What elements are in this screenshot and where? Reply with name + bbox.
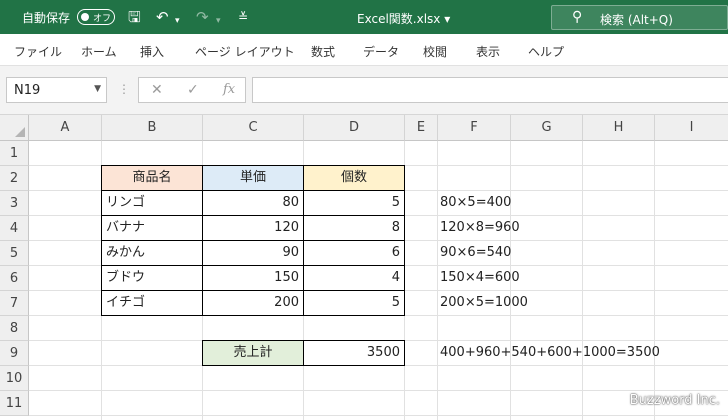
search-text: 検索 (Alt+Q) — [600, 13, 673, 27]
cell-price[interactable]: 150 — [202, 265, 304, 291]
column-header-c[interactable]: C — [203, 115, 304, 141]
tab-home[interactable]: ホーム — [81, 43, 117, 60]
tab-view[interactable]: 表示 — [476, 43, 500, 60]
column-header-h[interactable]: H — [583, 115, 655, 141]
total-value-cell[interactable]: 3500 — [303, 340, 405, 366]
search-icon: ⚲ — [572, 9, 583, 25]
more-icon: ⋮ — [118, 82, 130, 96]
enter-icon[interactable]: ✓ — [187, 82, 199, 98]
column-header-f[interactable]: F — [438, 115, 511, 141]
total-label-cell[interactable]: 売上計 — [202, 340, 304, 366]
autosave-toggle[interactable]: オフ — [77, 9, 115, 25]
ribbon-tabs: ファイル ホーム 挿入 ページ レイアウト 数式 データ 校閲 表示 ヘルプ — [0, 34, 728, 66]
cell-price[interactable]: 90 — [202, 240, 304, 266]
row-header-10[interactable]: 10 — [0, 366, 29, 391]
cell-product[interactable]: みかん — [101, 240, 203, 266]
calc-note[interactable]: 90×6=540 — [440, 241, 511, 266]
cell-qty[interactable]: 4 — [303, 265, 405, 291]
file-name[interactable]: Excel関数.xlsx ▾ — [357, 10, 450, 27]
gridline — [29, 415, 728, 416]
total-calc-note[interactable]: 400+960+540+600+1000=3500 — [440, 341, 660, 366]
cell-price[interactable]: 200 — [202, 290, 304, 316]
chevron-down-icon[interactable]: ▼ — [94, 84, 101, 94]
row-header-4[interactable]: 4 — [0, 216, 29, 241]
column-header-g[interactable]: G — [511, 115, 583, 141]
column-header-i[interactable]: I — [655, 115, 728, 141]
gridline — [437, 141, 438, 420]
cell-product[interactable]: ブドウ — [101, 265, 203, 291]
column-header-e[interactable]: E — [405, 115, 438, 141]
cell-price[interactable]: 120 — [202, 215, 304, 241]
cell-qty[interactable]: 6 — [303, 240, 405, 266]
row-header-9[interactable]: 9 — [0, 341, 29, 366]
row-header-3[interactable]: 3 — [0, 191, 29, 216]
column-header-d[interactable]: D — [304, 115, 405, 141]
insert-function-icon[interactable]: fx — [223, 82, 235, 97]
column-header-a[interactable]: A — [29, 115, 102, 141]
calc-note[interactable]: 80×5=400 — [440, 191, 511, 216]
header-cell-qty[interactable]: 個数 — [303, 165, 405, 191]
cell-price[interactable]: 80 — [202, 190, 304, 216]
save-icon[interactable]: 🖫 — [128, 8, 141, 26]
cell-product[interactable]: バナナ — [101, 215, 203, 241]
row-header-6[interactable]: 6 — [0, 266, 29, 291]
watermark: Buzzword Inc. — [629, 393, 720, 408]
gridline — [654, 141, 655, 420]
undo-icon[interactable]: ↶ — [156, 8, 169, 26]
cell-qty[interactable]: 5 — [303, 290, 405, 316]
autosave-label: 自動保存 — [22, 11, 71, 25]
row-header-7[interactable]: 7 — [0, 291, 29, 316]
cell-qty[interactable]: 8 — [303, 215, 405, 241]
gridline — [582, 141, 583, 420]
cell-product[interactable]: リンゴ — [101, 190, 203, 216]
cancel-icon[interactable]: ✕ — [151, 82, 163, 98]
search-box[interactable]: ⚲ 検索 (Alt+Q) — [551, 5, 728, 30]
redo-dropdown-icon[interactable]: ▾ — [216, 12, 221, 30]
autosave-state: オフ — [93, 14, 112, 24]
title-bar: 自動保存 オフ 🖫 ↶ ▾ ↷ ▾ ≚ Excel関数.xlsx ▾ ⚲ 検索 … — [0, 0, 728, 34]
row-header-5[interactable]: 5 — [0, 241, 29, 266]
spreadsheet-grid: A B C D E F G H I 1 2 3 4 5 6 7 8 9 10 1… — [0, 115, 728, 420]
calc-note[interactable]: 200×5=1000 — [440, 291, 528, 316]
gridline — [29, 390, 728, 391]
toggle-knob — [81, 13, 89, 21]
cell-product[interactable]: イチゴ — [101, 290, 203, 316]
header-cell-product[interactable]: 商品名 — [101, 165, 203, 191]
name-box[interactable]: N19 ▼ — [6, 77, 107, 103]
name-box-value: N19 — [14, 83, 41, 98]
column-header-b[interactable]: B — [102, 115, 203, 141]
formula-input[interactable] — [252, 77, 728, 103]
select-all-icon — [15, 127, 25, 137]
tab-file[interactable]: ファイル — [14, 43, 62, 60]
file-name-text: Excel関数.xlsx — [357, 12, 441, 26]
formula-buttons: ✕ ✓ fx — [138, 77, 246, 103]
select-all-button[interactable] — [0, 115, 29, 141]
calc-note[interactable]: 150×4=600 — [440, 266, 520, 291]
row-header-1[interactable]: 1 — [0, 141, 29, 166]
calc-note[interactable]: 120×8=960 — [440, 216, 520, 241]
redo-icon[interactable]: ↷ — [196, 8, 209, 26]
tab-help[interactable]: ヘルプ — [528, 43, 564, 60]
row-header-2[interactable]: 2 — [0, 166, 29, 191]
cell-qty[interactable]: 5 — [303, 190, 405, 216]
tab-data[interactable]: データ — [363, 43, 399, 60]
row-header-11[interactable]: 11 — [0, 391, 29, 416]
tab-insert[interactable]: 挿入 — [140, 43, 164, 60]
tab-formulas[interactable]: 数式 — [311, 43, 335, 60]
row-header-8[interactable]: 8 — [0, 316, 29, 341]
tab-review[interactable]: 校閲 — [423, 43, 447, 60]
undo-dropdown-icon[interactable]: ▾ — [175, 12, 180, 30]
tab-page-layout[interactable]: ページ レイアウト — [195, 43, 295, 60]
customize-toolbar-icon[interactable]: ≚ — [238, 8, 248, 26]
formula-bar: N19 ▼ ⋮ ✕ ✓ fx — [0, 66, 728, 115]
header-cell-price[interactable]: 単価 — [202, 165, 304, 191]
